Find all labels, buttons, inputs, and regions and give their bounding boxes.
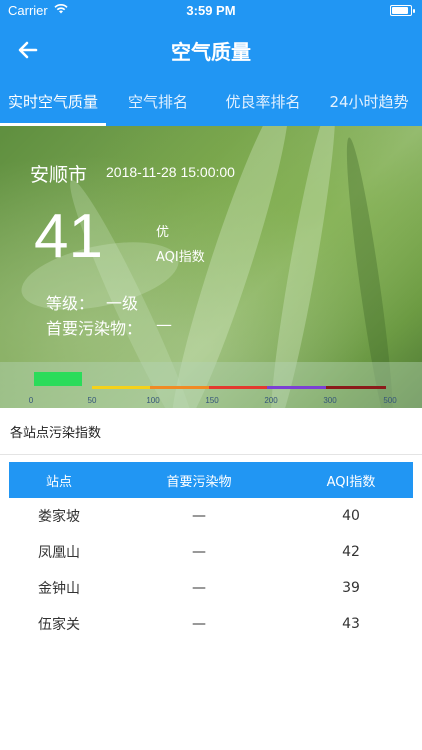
aqi-scale-bar <box>34 386 386 389</box>
scale-segment-5 <box>326 386 386 389</box>
city-name: 安顺市 <box>30 164 88 186</box>
primary-pollutant-value: — <box>156 315 172 334</box>
station-aqi: 40 <box>342 508 360 524</box>
header-primary-pollutant: 首要污染物 <box>166 474 232 490</box>
table-row[interactable]: 凤凰山 — 42 <box>9 534 413 570</box>
scale-tick: 0 <box>28 396 34 405</box>
status-time: 3:59 PM <box>186 3 236 18</box>
quality-label: 优 <box>156 225 170 240</box>
station-pollutant: — <box>192 508 206 524</box>
level-value: 一级 <box>106 294 139 313</box>
table-row[interactable]: 娄家坡 — 40 <box>9 498 413 534</box>
tab-air-ranking[interactable]: 空气排名 <box>106 78 210 126</box>
tab-realtime-aqi[interactable]: 实时空气质量 <box>0 78 106 126</box>
scale-tick: 200 <box>264 396 278 405</box>
header-aqi: AQI指数 <box>326 474 376 490</box>
stations-table: 站点 首要污染物 AQI指数 娄家坡 — 40 凤凰山 — 42 金钟山 — 3… <box>9 462 413 642</box>
station-aqi: 39 <box>342 580 360 596</box>
scale-segment-3 <box>209 386 267 389</box>
scale-segment-1 <box>92 386 150 389</box>
scale-tick: 500 <box>383 396 397 405</box>
scale-tick: 300 <box>323 396 337 405</box>
page-title: 空气质量 <box>171 40 251 64</box>
status-bar: Carrier 3:59 PM <box>0 0 422 22</box>
scale-tick: 50 <box>87 396 97 405</box>
aqi-scale: 0 50 100 150 200 300 500 <box>0 362 422 408</box>
station-pollutant: — <box>192 544 206 560</box>
station-pollutant: — <box>192 616 206 632</box>
section-divider <box>0 454 422 455</box>
station-name: 凤凰山 <box>38 545 80 561</box>
aqi-hero-panel: 安顺市 2018-11-28 15:00:00 41 优 AQI指数 等级： 一… <box>0 126 422 408</box>
nav-bar: 空气质量 <box>0 22 422 78</box>
station-name: 娄家坡 <box>38 509 80 525</box>
station-name: 金钟山 <box>38 581 80 597</box>
tab-24h-trend[interactable]: 24小时趋势 <box>316 78 422 126</box>
scale-segment-4 <box>267 386 326 389</box>
aqi-value: 41 <box>34 202 103 271</box>
level-label: 等级： <box>46 294 95 313</box>
table-row[interactable]: 金钟山 — 39 <box>9 570 413 606</box>
update-time: 2018-11-28 15:00:00 <box>106 164 235 180</box>
station-name: 伍家关 <box>38 617 80 633</box>
table-row[interactable]: 伍家关 — 43 <box>9 606 413 642</box>
scale-tick: 100 <box>146 396 160 405</box>
aqi-scale-indicator <box>34 372 82 386</box>
table-header: 站点 首要污染物 AQI指数 <box>9 462 413 498</box>
station-pollutant: — <box>192 580 206 596</box>
aqi-index-label: AQI指数 <box>156 250 205 265</box>
tab-bar: 实时空气质量 空气排名 优良率排名 24小时趋势 <box>0 78 422 126</box>
header-station: 站点 <box>45 474 72 490</box>
scale-tick: 150 <box>205 396 219 405</box>
primary-pollutant-label: 首要污染物： <box>46 319 143 338</box>
battery-icon <box>390 5 415 16</box>
stations-section-title: 各站点污染指数 <box>10 426 102 441</box>
tab-good-rate-ranking[interactable]: 优良率排名 <box>210 78 316 126</box>
station-aqi: 42 <box>342 544 360 560</box>
scale-segment-2 <box>150 386 209 389</box>
station-aqi: 43 <box>342 616 360 632</box>
